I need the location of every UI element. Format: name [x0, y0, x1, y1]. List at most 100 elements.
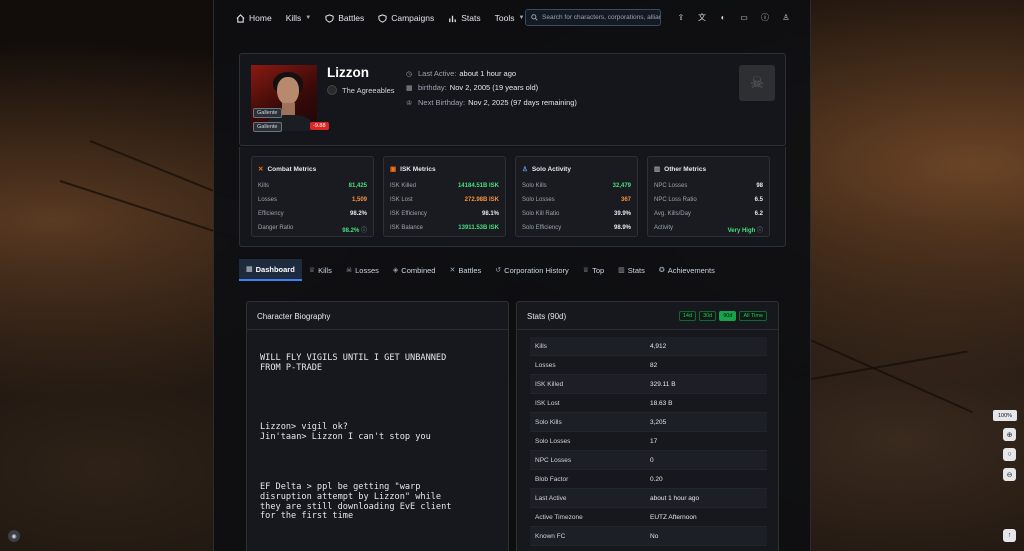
tab-label: Kills: [318, 265, 332, 275]
race-badge: Gallente: [253, 108, 282, 118]
tab-battles[interactable]: ✕ Battles: [442, 259, 488, 281]
reset-zoom-icon[interactable]: ○: [1003, 448, 1016, 461]
solo-activity-title-text: Solo Activity: [531, 165, 571, 173]
biography-text: EF Delta > ppl be getting "warp disrupti…: [260, 482, 452, 522]
stats-panel: Stats (90d) 14d 30d 90d All Time Kills 4,…: [516, 301, 779, 551]
combat-metrics-title-text: Combat Metrics: [267, 165, 317, 173]
tab-label: Corporation History: [504, 265, 569, 275]
stat-label: Losses: [535, 361, 556, 369]
tab-dashboard[interactable]: ▦ Dashboard: [239, 259, 302, 281]
stat-label: Blob Factor: [535, 475, 569, 483]
background-streak: [789, 330, 974, 414]
monitor-icon[interactable]: ▭: [739, 12, 749, 22]
nav-stats[interactable]: Stats: [448, 13, 481, 23]
nav-tools[interactable]: Tools ▼: [495, 13, 525, 23]
zoom-out-icon[interactable]: ⊖: [1003, 468, 1016, 481]
metric-label: ISK Efficiency: [390, 211, 427, 217]
translate-icon[interactable]: 文: [697, 12, 707, 22]
tab-label: Top: [592, 265, 605, 275]
metric-label: Losses: [258, 197, 278, 203]
metric-value: 1,509: [351, 197, 367, 203]
metric-value-group: Very High ⓘ: [728, 225, 763, 234]
table-row: ISK Lost 18.63 B: [530, 394, 767, 413]
range-30d-button[interactable]: 30d: [699, 311, 717, 321]
crossed-swords-icon: ✕: [258, 166, 264, 173]
metric-label: Solo Kill Ratio: [522, 211, 560, 217]
nav-campaigns-label: Campaigns: [391, 13, 435, 23]
info-icon[interactable]: ⓘ: [760, 12, 770, 22]
metrics-panel: ✕ Combat Metrics Kills 81,425 Losses 1,509 …: [239, 147, 786, 247]
stat-label: ISK Lost: [535, 399, 560, 407]
chevron-down-icon: ▼: [305, 15, 312, 21]
other-metrics-title-text: Other Metrics: [664, 165, 707, 173]
zoom-in-icon[interactable]: ⊕: [1003, 428, 1016, 441]
alliance-logo[interactable]: ☠: [739, 65, 775, 101]
chevron-down-icon: ▼: [518, 15, 525, 21]
stat-value: 17: [650, 437, 658, 445]
nav-kills[interactable]: Kills ▼: [286, 13, 312, 23]
tab-achievements[interactable]: ✪ Achievements: [652, 259, 722, 281]
metric-value: 81,425: [348, 183, 367, 189]
corporation-logo: [327, 85, 337, 95]
metric-value: 98.9%: [613, 225, 631, 231]
eye-icon[interactable]: ◉: [8, 530, 20, 542]
user-icon[interactable]: ♙: [781, 12, 791, 22]
user-icon: ♙: [522, 166, 528, 173]
metric-value: 6.5: [754, 197, 763, 203]
nav-campaigns[interactable]: Campaigns: [378, 13, 434, 23]
stat-value: No: [650, 532, 659, 540]
birthday-label: birthday:: [418, 83, 447, 92]
scroll-top-icon[interactable]: ↑: [1003, 529, 1016, 542]
metric-value: 98.1%: [481, 211, 499, 217]
history-icon: ↺: [495, 267, 502, 274]
corporation-name: The Agreeables: [342, 85, 395, 95]
isk-icon: ▣: [390, 166, 397, 173]
nav-icon-group: ⇪ 文 ◐ ▭ ⓘ ♙: [676, 12, 791, 22]
metric-label: Solo Kills: [522, 183, 547, 189]
stat-value: 82: [650, 361, 658, 369]
combat-metrics-title: ✕ Combat Metrics: [258, 165, 317, 174]
nav-home[interactable]: Home: [236, 13, 272, 23]
range-90d-button[interactable]: 90d: [719, 311, 737, 321]
info-icon[interactable]: ⓘ: [361, 228, 367, 234]
metric-row: Activity Very High ⓘ: [654, 225, 763, 234]
stat-label: Last Active: [535, 494, 567, 502]
tab-kills[interactable]: ♕ Kills: [302, 259, 339, 281]
metric-label: Avg. Kills/Day: [654, 211, 691, 217]
metric-value: 6.2: [754, 211, 763, 217]
bar-chart-icon: [449, 15, 457, 22]
upload-icon[interactable]: ⇪: [676, 12, 686, 22]
tab-stats[interactable]: ▥ Stats: [611, 259, 652, 281]
range-14d-button[interactable]: 14d: [678, 311, 697, 321]
next-birthday-value: Nov 2, 2025 (97 days remaining): [468, 98, 577, 107]
divider: [247, 329, 508, 330]
stat-label: Active Timezone: [535, 513, 583, 521]
stat-value: 18.63 B: [650, 399, 673, 407]
skull-icon: ☠: [345, 267, 353, 274]
theme-icon[interactable]: ◐: [718, 12, 728, 22]
corporation-link[interactable]: The Agreeables: [327, 85, 395, 95]
combat-metrics-card: ✕ Combat Metrics Kills 81,425 Losses 1,509 …: [251, 156, 374, 237]
range-all-time-button[interactable]: All Time: [739, 311, 767, 321]
tab-corporation-history[interactable]: ↺ Corporation History: [488, 259, 575, 281]
metric-value: 272.98B ISK: [464, 197, 499, 203]
tab-losses[interactable]: ☠ Losses: [339, 259, 386, 281]
table-row: Known FC No: [530, 527, 767, 546]
shield-icon: [378, 13, 387, 23]
tab-label: Losses: [355, 265, 379, 275]
search-input[interactable]: [542, 14, 660, 21]
home-icon: [236, 13, 245, 23]
biography-text: Lizzon> vigil ok? Jin'taan> Lizzon I can…: [260, 422, 431, 442]
solo-activity-card: ♙ Solo Activity Solo Kills 32,479 Solo Los…: [515, 156, 638, 237]
search-box[interactable]: [525, 9, 661, 26]
stat-value: about 1 hour ago: [650, 494, 700, 502]
background-streak: [799, 350, 968, 382]
stat-label: NPC Losses: [535, 456, 572, 464]
crossed-swords-icon: ✕: [449, 267, 456, 274]
nav-battles[interactable]: Battles: [325, 13, 364, 23]
stat-value: 329.11 B: [650, 380, 676, 388]
tab-combined[interactable]: ◈ Combined: [386, 259, 443, 281]
stat-label: Kills: [535, 342, 547, 350]
info-icon[interactable]: ⓘ: [757, 228, 763, 234]
tab-top[interactable]: ♕ Top: [576, 259, 611, 281]
